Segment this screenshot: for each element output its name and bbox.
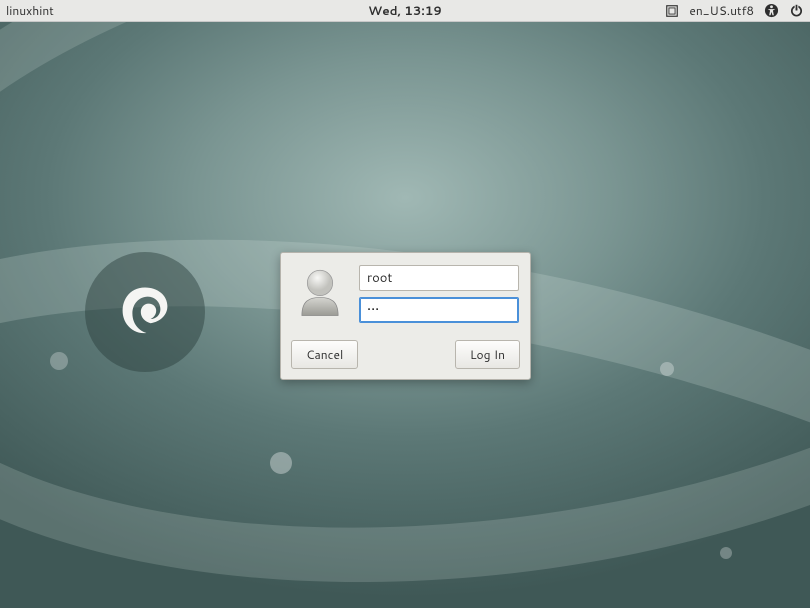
locale-label: en_US.utf8 (689, 2, 754, 19)
clock[interactable]: Wed, 13:19 (368, 2, 442, 19)
locale-indicator[interactable]: en_US.utf8 (689, 2, 754, 19)
username-input[interactable] (359, 265, 519, 291)
debian-logo (85, 252, 205, 372)
login-button[interactable]: Log In (455, 340, 520, 369)
keyboard-layout-icon[interactable] (665, 4, 679, 18)
hostname-label: linuxhint (0, 2, 54, 19)
login-dialog: Cancel Log In (280, 252, 531, 380)
cancel-button[interactable]: Cancel (291, 340, 358, 369)
user-avatar-icon (291, 263, 349, 326)
power-icon[interactable] (789, 3, 804, 18)
accessibility-icon[interactable] (764, 3, 779, 18)
top-panel: linuxhint Wed, 13:19 en_US.utf8 (0, 0, 810, 22)
password-input[interactable] (359, 297, 519, 323)
